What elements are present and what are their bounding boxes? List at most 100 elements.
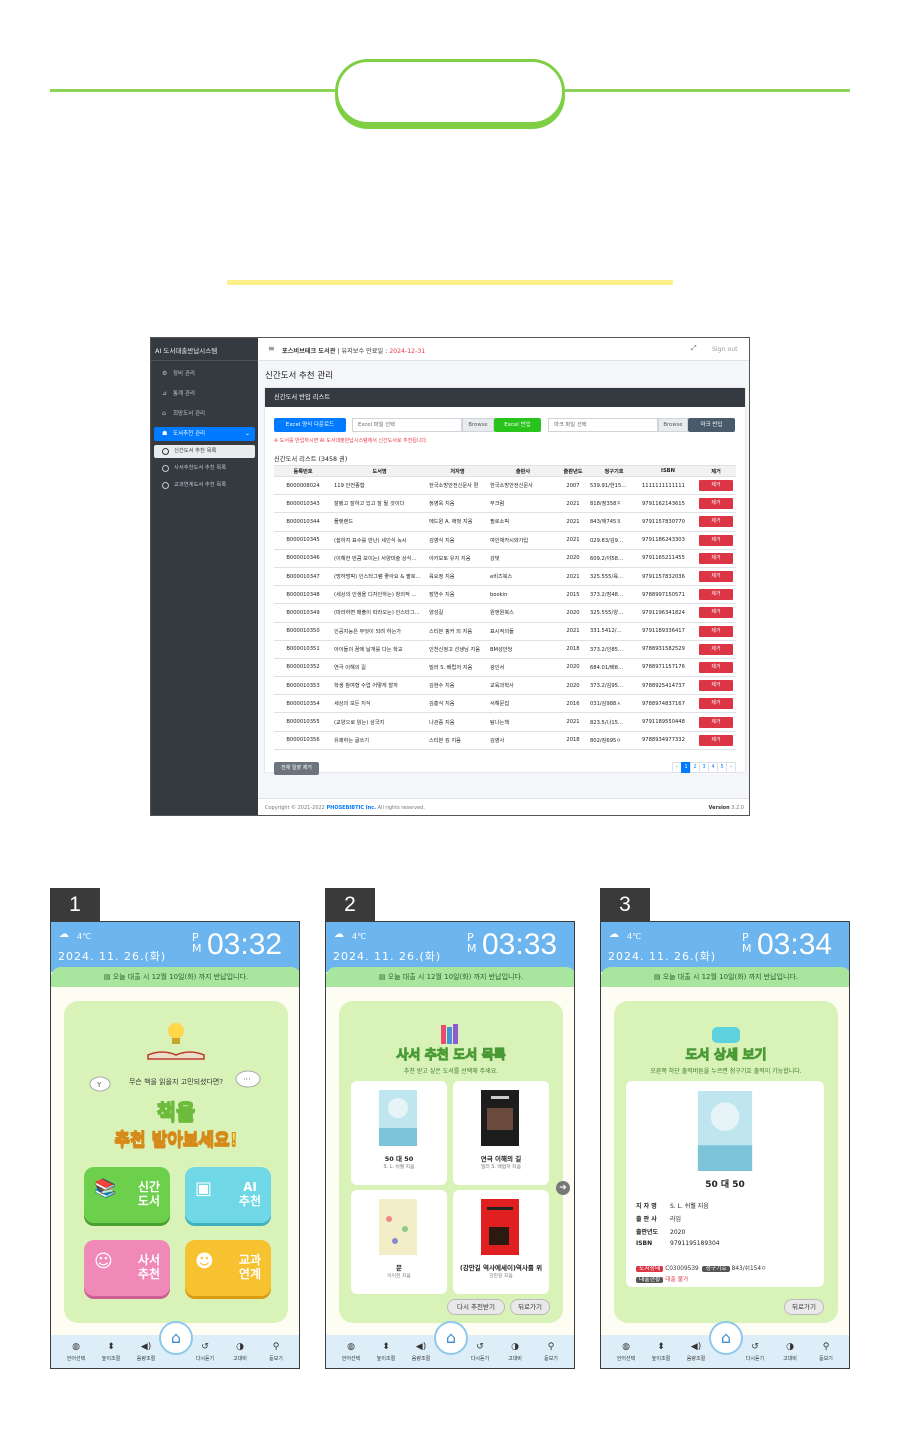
signout-link[interactable]: Sign out <box>712 346 738 353</box>
nav-height[interactable]: ⬍ 높이조절 <box>369 1342 403 1362</box>
status-line-2: 대출현황 대출 불가 <box>636 1274 688 1283</box>
submenu-curriculum[interactable]: 교과연계도서 추천 목록 <box>154 479 255 492</box>
nav-magnifier[interactable]: ⚲ 돋보기 <box>809 1342 843 1362</box>
table-cell: (세상의 인생을 디자인하는) 창의적 … <box>332 585 427 605</box>
curriculum-tile[interactable]: ☻ 교과 연계 <box>185 1240 271 1296</box>
divider <box>151 360 258 361</box>
column-header: 제거 <box>696 465 736 477</box>
new-books-tile[interactable]: 📚 신간 도서 <box>84 1167 170 1223</box>
marc-import-button[interactable]: 마크 반입 <box>688 418 735 432</box>
remove-button[interactable]: 제거 <box>699 534 733 546</box>
table-cell: B000010349 <box>274 603 332 623</box>
remove-button[interactable]: 제거 <box>699 480 733 492</box>
excel-download-button[interactable]: Excel 양식 다운로드 <box>274 418 346 432</box>
expand-icon[interactable]: ⤢ <box>691 344 697 353</box>
kiosk-nav: ⌂ ◍ 언어선택 ⬍ 높이조절 ◀) 음량조절 ↺ 다시듣기 ◑ 고대비 ⚲ 돋보기 <box>51 1321 299 1368</box>
magnifier-icon: ⚲ <box>822 1342 830 1352</box>
book-card-2[interactable]: 연극 이해의 길 밀러 S. 배럽저 지음 <box>453 1081 549 1185</box>
table-cell: 제거 <box>696 694 736 714</box>
table-cell: 제거 <box>696 476 736 496</box>
submenu-librarian[interactable]: 사서추천도서 추천 목록 <box>154 462 255 475</box>
book-card-4[interactable]: (강만길 역사에세이)역사를 위 강만길 지음 <box>453 1190 549 1294</box>
nav-replay[interactable]: ↺ 다시듣기 <box>463 1342 497 1362</box>
back-button[interactable]: 뒤로가기 <box>510 1299 550 1315</box>
book-card-1[interactable]: 50 대 50 S. L. 쉬웰 지음 <box>351 1081 447 1185</box>
hamburger-icon[interactable]: ≡ <box>268 344 275 353</box>
table-cell: 유쾌하는 글쓰기 <box>332 731 427 750</box>
table-cell: 031/김988ㅅ <box>588 694 640 714</box>
remove-button[interactable]: 제거 <box>699 498 733 510</box>
remove-button[interactable]: 제거 <box>699 607 733 619</box>
table-cell: 2020 <box>558 603 588 623</box>
nav-replay[interactable]: ↺ 다시듣기 <box>738 1342 772 1362</box>
excel-file-input[interactable]: Excel 파일 선택 <box>352 418 462 432</box>
marc-file-input[interactable]: 마크 파일 선택 <box>548 418 658 432</box>
page-link[interactable]: › <box>726 762 736 773</box>
remove-button[interactable]: 제거 <box>699 643 733 655</box>
table-cell: 2020 <box>558 549 588 568</box>
remove-button[interactable]: 제거 <box>699 716 733 728</box>
table-cell: 818/정358ㅈ <box>588 494 640 514</box>
table-cell: (이해한 만큼 보이는) 서양미술 상식… <box>332 549 427 568</box>
marc-browse-button[interactable]: Browse <box>658 418 688 432</box>
nav-volume[interactable]: ◀) 음량조절 <box>679 1342 713 1362</box>
nav-volume[interactable]: ◀) 음량조절 <box>129 1342 163 1362</box>
librarian-recommend-tile[interactable]: ☺ 사서 추천 <box>84 1240 170 1296</box>
kiosk-header: ☁ 4℃ 2024. 11. 26.(화) P M 03:34 <box>601 922 849 972</box>
delete-all-button[interactable]: 전체 일괄 제거 <box>274 762 319 775</box>
table-row: B000010351 아이들의 꿈에 날개를 다는 학교 인천신정고 선생님 지음 B… <box>274 640 736 659</box>
nav-magnifier[interactable]: ⚲ 돋보기 <box>259 1342 293 1362</box>
copyright: Copyright © 2021-2022 PHOSEBIBTIC Inc. A… <box>265 805 425 811</box>
remove-button[interactable]: 제거 <box>699 516 733 528</box>
height-icon: ⬍ <box>382 1342 390 1352</box>
table-cell: 플랫랜드 <box>332 512 427 532</box>
temperature: 4℃ <box>77 932 92 941</box>
table-cell: 제거 <box>696 567 736 587</box>
nav-height[interactable]: ⬍ 높이조절 <box>644 1342 678 1362</box>
nav-globe[interactable]: ◍ 언어선택 <box>609 1342 643 1362</box>
remove-button[interactable]: 제거 <box>699 680 733 692</box>
table-cell: 아이들의 꿈에 날개를 다는 학교 <box>332 640 427 659</box>
submenu-new-books[interactable]: 신간도서 추천 목록 <box>154 445 255 458</box>
nav-contrast[interactable]: ◑ 고대비 <box>773 1342 807 1362</box>
sidebar-item-stats[interactable]: ⊿ 통계 관리 <box>151 387 258 401</box>
remove-button[interactable]: 제거 <box>699 625 733 637</box>
status-line-1: 도서상태 C03009539 청구기호 843/쉬154ㅇ <box>636 1263 766 1272</box>
book-title: 50 대 50 <box>705 1180 745 1190</box>
nav-globe[interactable]: ◍ 언어선택 <box>59 1342 93 1362</box>
table-cell: B000010343 <box>274 494 332 514</box>
nav-globe[interactable]: ◍ 언어선택 <box>334 1342 368 1362</box>
table-cell: 세상의 모든 지식 <box>332 694 427 714</box>
admin-brand[interactable]: AI 도서대출반납시스템 <box>155 345 217 355</box>
remove-button[interactable]: 제거 <box>699 552 733 564</box>
remove-button[interactable]: 제거 <box>699 589 733 601</box>
remove-button[interactable]: 제거 <box>699 661 733 673</box>
sidebar-item-wishbooks[interactable]: ⌂ 희망도서 관리 <box>151 407 258 421</box>
again-button[interactable]: 다시 추천받기 <box>447 1299 505 1315</box>
back-button[interactable]: 뒤로가기 <box>784 1299 824 1315</box>
nav-volume[interactable]: ◀) 음량조절 <box>404 1342 438 1362</box>
next-arrow-icon[interactable]: ➔ <box>556 1181 570 1195</box>
nav-magnifier[interactable]: ⚲ 돋보기 <box>534 1342 568 1362</box>
book-card-3[interactable]: 문 이이천 지음 <box>351 1190 447 1294</box>
ai-recommend-tile[interactable]: ▣ AI 추천 <box>185 1167 271 1223</box>
table-cell: e비즈북스 <box>488 567 558 587</box>
excel-browse-button[interactable]: Browse <box>462 418 494 432</box>
table-cell: 제거 <box>696 585 736 605</box>
sidebar-item-devices[interactable]: ⚙ 장비 관리 <box>151 367 258 381</box>
nav-replay[interactable]: ↺ 다시듣기 <box>188 1342 222 1362</box>
table-cell: 9791157830770 <box>640 512 696 532</box>
globe-icon: ◍ <box>72 1342 80 1352</box>
sidebar-item-recommend[interactable]: ☗ 도서추천 관리 ⌄ <box>154 427 255 441</box>
nav-height[interactable]: ⬍ 높이조절 <box>94 1342 128 1362</box>
nav-contrast[interactable]: ◑ 고대비 <box>498 1342 532 1362</box>
table-cell: 부크럼 <box>488 494 558 514</box>
remove-button[interactable]: 제거 <box>699 698 733 710</box>
excel-import-button[interactable]: Excel 반입 <box>494 418 541 432</box>
nav-contrast[interactable]: ◑ 고대비 <box>223 1342 257 1362</box>
remove-button[interactable]: 제거 <box>699 734 733 746</box>
contrast-icon: ◑ <box>236 1342 244 1352</box>
kiosk-panel: ··· Y 무슨 책을 읽을지 고민되셨다면? 책을 추천 받아보세요! 📚 신간… <box>64 1001 288 1323</box>
remove-button[interactable]: 제거 <box>699 571 733 583</box>
admin-screenshot: AI 도서대출반납시스템 ⚙ 장비 관리 ⊿ 통계 관리 ⌂ 희망도서 관리 ☗ 도서추… <box>150 337 750 816</box>
